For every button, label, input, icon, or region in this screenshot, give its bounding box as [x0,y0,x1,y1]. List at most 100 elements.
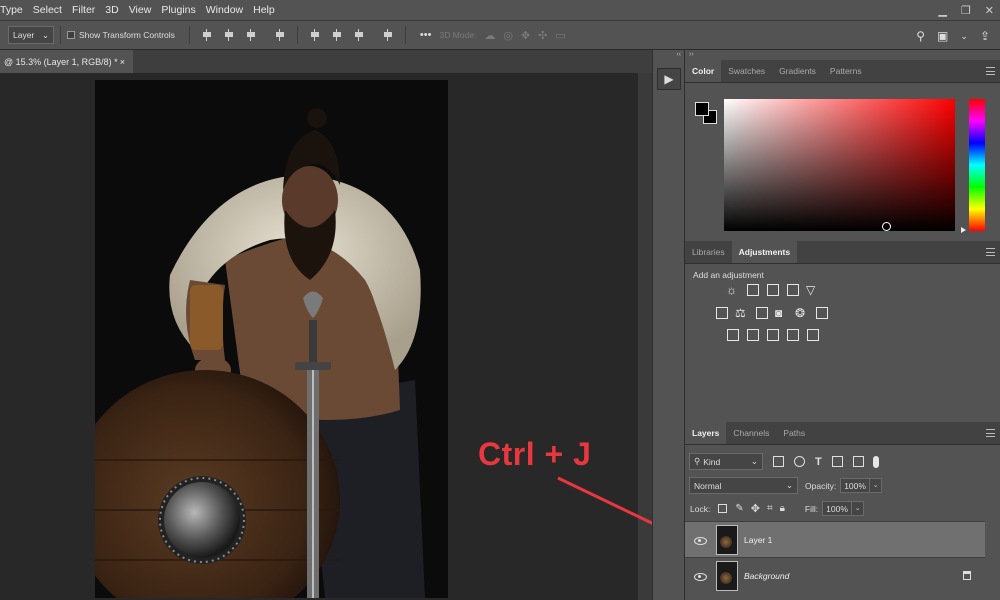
minimize-button[interactable]: ▁ [938,4,946,17]
actions-play-button[interactable]: ▶ [657,68,681,90]
color-balance-icon[interactable]: ⚖ [735,306,749,320]
document-image[interactable] [95,80,448,598]
threshold-icon[interactable] [766,328,780,342]
close-icon[interactable]: × [120,57,125,67]
tab-channels[interactable]: Channels [726,422,776,444]
panel-menu-icon[interactable] [986,248,995,256]
align-top-icon[interactable] [309,29,321,41]
black-white-icon[interactable] [755,306,769,320]
levels-icon[interactable] [746,283,760,297]
restore-button[interactable]: ❐ [961,4,971,17]
foreground-background-swatch[interactable] [695,102,719,126]
layer-name[interactable]: Layer 1 [744,535,772,545]
color-picker-ring[interactable] [882,222,891,231]
workspace-icon[interactable]: ▣ [937,29,948,43]
selective-color-icon[interactable] [786,328,800,342]
foreground-color-swatch[interactable] [695,102,709,116]
align-right-icon[interactable] [245,29,257,41]
layer-row-background[interactable]: Background [685,557,985,593]
channel-mixer-icon[interactable]: ❂ [795,306,809,320]
tab-gradients[interactable]: Gradients [772,60,823,82]
pixel-filter-icon[interactable] [773,456,784,467]
brightness-contrast-icon[interactable]: ☼ [726,283,740,297]
chevron-down-icon[interactable]: ⌄ [870,478,883,493]
expand-icon[interactable]: ›› [685,50,1000,60]
share-icon[interactable]: ⇪ [980,29,990,43]
eye-icon[interactable] [693,533,707,547]
align-vertical-center-icon[interactable] [331,29,343,41]
hue-saturation-icon[interactable] [715,306,729,320]
adjustments-panel: Libraries Adjustments Add an adjustment … [685,241,1000,421]
distribute-horizontal-icon[interactable] [382,29,394,41]
eye-icon[interactable] [693,569,707,583]
photo-filter-icon[interactable]: ◙ [775,306,789,320]
kind-filter-dropdown[interactable]: ⚲ Kind ⌄ [689,453,763,470]
more-options-button[interactable]: ••• [420,29,432,41]
hue-slider-handle[interactable] [961,227,966,233]
blend-mode-dropdown[interactable]: Normal ⌄ [689,477,798,494]
chevron-down-icon: ⌄ [41,29,49,40]
chevron-down-icon[interactable]: ⌄ [960,31,968,42]
smart-object-filter-icon[interactable] [852,456,864,467]
lock-image-icon[interactable]: ✎ [735,503,743,514]
blend-mode-value: Normal [694,480,722,491]
tab-color[interactable]: Color [685,60,722,82]
lock-artboard-icon[interactable]: ⌗ [767,503,773,514]
lock-transparent-icon[interactable] [718,504,728,513]
align-horizontal-center-icon[interactable] [223,29,235,41]
tab-adjustments[interactable]: Adjustments [731,241,798,263]
shortcut-annotation: Ctrl + J [478,436,592,472]
close-button[interactable]: ✕ [985,4,994,17]
shape-filter-icon[interactable] [831,456,843,467]
color-lookup-icon[interactable] [815,306,829,320]
fill-field[interactable]: 100% [822,501,853,516]
menu-type[interactable]: Type [0,0,28,20]
auto-select-dropdown[interactable]: Layer ⌄ [8,26,54,44]
invert-icon[interactable] [726,328,740,342]
type-filter-icon[interactable]: T [815,456,822,468]
chevron-down-icon[interactable]: ⌄ [852,501,865,516]
curves-icon[interactable] [766,283,780,297]
adjustment-filter-icon[interactable] [794,456,805,467]
adjustment-row-2: ⚖ ◙ ❂ [715,306,829,320]
show-transform-checkbox[interactable] [67,31,75,39]
opacity-field[interactable]: 100% [840,478,871,493]
panel-menu-icon[interactable] [986,429,995,437]
menu-filter[interactable]: Filter [67,0,100,20]
distribute-vertical-icon[interactable] [274,29,286,41]
align-left-icon[interactable] [201,29,213,41]
search-icon[interactable]: ⚲ [916,29,925,43]
gradient-map-icon[interactable] [806,328,820,342]
align-bottom-icon[interactable] [353,29,365,41]
canvas-scrollbar[interactable] [637,73,652,600]
vibrance-icon[interactable]: ▽ [806,283,820,297]
menu-3d[interactable]: 3D [100,0,123,20]
tab-libraries[interactable]: Libraries [685,241,732,263]
exposure-icon[interactable] [786,283,800,297]
menu-window[interactable]: Window [201,0,248,20]
menu-help[interactable]: Help [248,0,280,20]
hue-slider[interactable] [969,99,985,231]
tab-patterns[interactable]: Patterns [823,60,869,82]
posterize-icon[interactable] [746,328,760,342]
filter-toggle-icon[interactable] [872,455,879,468]
tab-paths[interactable]: Paths [776,422,812,444]
panel-menu-icon[interactable] [986,67,995,75]
color-panel-tabs: Color Swatches Gradients Patterns [685,60,1000,83]
menu-select[interactable]: Select [28,0,67,20]
lock-all-icon[interactable]: 🔒︎ [780,503,785,514]
collapse-icon[interactable]: ‹‹ [653,50,684,60]
menu-view[interactable]: View [124,0,157,20]
auto-select-value: Layer [13,30,35,40]
document-tab[interactable]: @ 15.3% (Layer 1, RGB/8) * × [0,50,133,73]
add-adjustment-label: Add an adjustment [693,270,764,280]
color-field[interactable] [724,99,955,231]
tab-layers[interactable]: Layers [685,422,727,444]
layers-panel-tabs: Layers Channels Paths [685,422,1000,445]
3d-scale-icon: ▭ [555,29,566,42]
layer-name[interactable]: Background [744,571,789,581]
layer-row-layer-1[interactable]: Layer 1 [685,521,985,557]
menu-plugins[interactable]: Plugins [156,0,200,20]
lock-position-icon[interactable]: ✥ [751,502,760,515]
tab-swatches[interactable]: Swatches [721,60,772,82]
